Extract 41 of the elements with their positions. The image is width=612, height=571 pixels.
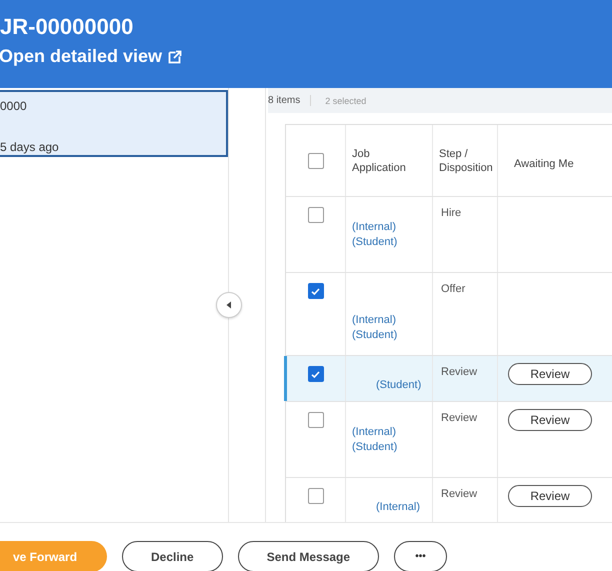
table-cell-text: Review [440, 411, 478, 424]
collapse-button[interactable] [216, 292, 242, 318]
applicant-tag-link[interactable]: (Internal) [352, 220, 396, 235]
applicant-tag-link[interactable]: (Student) [352, 235, 398, 250]
review-button[interactable]: Review [508, 363, 592, 385]
applicant-tag-link[interactable]: (Internal) [352, 313, 396, 328]
applicant-tag-link[interactable]: (Student) [352, 440, 398, 455]
external-link-icon [168, 50, 182, 64]
applicant-tag-link[interactable]: (Internal) [376, 500, 420, 515]
checkbox[interactable] [308, 488, 324, 504]
check-icon [310, 368, 321, 380]
action-button[interactable]: Decline [122, 541, 223, 571]
review-button[interactable]: Review [508, 409, 592, 431]
card-age: 5 days ago [0, 140, 59, 154]
table-cell-text: Review [440, 365, 478, 378]
caret-left-icon [225, 301, 233, 309]
selection-bar [284, 356, 287, 401]
review-button[interactable]: Review [508, 485, 592, 507]
page-title: JR-00000000 [0, 15, 134, 39]
requisition-card[interactable]: 0000 5 days ago [0, 90, 228, 157]
checkbox[interactable] [308, 412, 324, 428]
action-button[interactable]: Send Message [238, 541, 380, 571]
check-icon [310, 286, 321, 296]
more-button[interactable]: ••• [394, 541, 448, 571]
checkbox[interactable] [308, 366, 324, 382]
column-header[interactable]: Job Application [346, 146, 422, 174]
applicant-tag-link[interactable]: (Student) [376, 378, 422, 393]
column-header[interactable]: Awaiting Me [508, 157, 574, 171]
checkbox[interactable] [308, 152, 324, 168]
table-cell-text: Hire [440, 206, 462, 219]
table-cell-text: Review [440, 487, 478, 500]
column-header[interactable]: Step / Disposition [433, 146, 497, 174]
checkbox[interactable] [308, 207, 324, 223]
checkbox[interactable] [308, 283, 324, 299]
table-cell-text: Offer [440, 282, 466, 295]
item-count: 8 items [268, 95, 312, 106]
applicant-tag-link[interactable]: (Student) [352, 328, 398, 343]
open-detailed-view-link[interactable]: Open detailed view [0, 46, 162, 67]
card-id: 0000 [0, 99, 27, 113]
selected-count: 2 selected [324, 96, 366, 106]
applicant-tag-link[interactable]: (Internal) [352, 425, 396, 440]
